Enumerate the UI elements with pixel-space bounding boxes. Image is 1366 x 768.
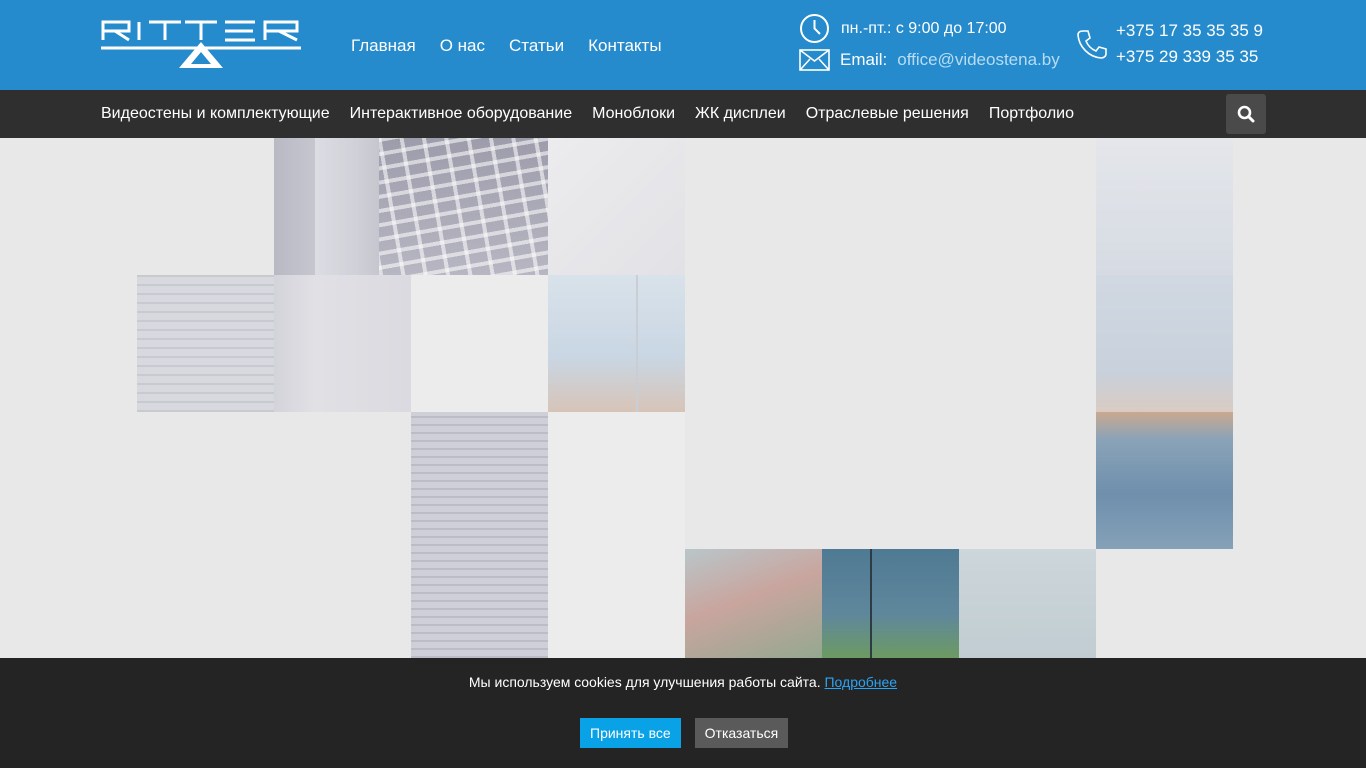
cat-video-walls[interactable]: Видеостены и комплектующие	[101, 105, 330, 123]
cat-industry-solutions[interactable]: Отраслевые решения	[806, 105, 969, 123]
logo[interactable]	[101, 18, 301, 70]
mosaic-tile	[822, 549, 959, 658]
category-nav: Видеостены и комплектующие Интерактивное…	[101, 105, 1074, 123]
cat-interactive[interactable]: Интерактивное оборудование	[350, 105, 572, 123]
cat-portfolio[interactable]: Портфолио	[989, 105, 1074, 123]
mosaic-tile	[959, 549, 1096, 658]
work-hours: пн.-пт.: с 9:00 до 17:00	[799, 13, 1007, 44]
mosaic-tile	[411, 275, 548, 412]
cat-lcd-displays[interactable]: ЖК дисплеи	[695, 105, 786, 123]
hero-mosaic	[0, 138, 1366, 658]
mosaic-tile	[274, 275, 411, 412]
contact-email: Email: office@videostena.by	[799, 49, 1060, 71]
mosaic-tile	[1096, 275, 1233, 412]
cat-monoblocks[interactable]: Моноблоки	[592, 105, 675, 123]
email-label: Email:	[840, 50, 888, 69]
category-nav-bar: Видеостены и комплектующие Интерактивное…	[0, 90, 1366, 138]
nav-contacts[interactable]: Контакты	[588, 36, 661, 56]
mosaic-tile	[411, 412, 548, 658]
cookie-banner: Мы используем cookies для улучшения рабо…	[0, 658, 1366, 768]
cookie-text: Мы используем cookies для улучшения рабо…	[468, 674, 821, 690]
logo-icon	[101, 20, 301, 68]
cookie-actions: Принять все Отказаться	[580, 718, 789, 748]
mosaic-tile	[1096, 138, 1233, 275]
nav-home[interactable]: Главная	[351, 36, 416, 56]
mosaic-tile	[379, 138, 548, 275]
phone-1[interactable]: +375 17 35 35 35 9	[1116, 20, 1263, 42]
search-button[interactable]	[1226, 94, 1266, 134]
cookie-message: Мы используем cookies для улучшения рабо…	[0, 674, 1366, 690]
mosaic-tile	[1096, 412, 1233, 549]
reject-button[interactable]: Отказаться	[694, 718, 789, 748]
mosaic-tile	[548, 412, 685, 658]
clock-icon	[800, 14, 829, 43]
nav-articles[interactable]: Статьи	[509, 36, 564, 56]
main-nav: Главная О нас Статьи Контакты	[351, 36, 662, 56]
phone-2[interactable]: +375 29 339 35 35	[1116, 46, 1263, 68]
phone-icon	[1077, 30, 1107, 59]
top-header: Главная О нас Статьи Контакты пн.-пт.: с…	[0, 0, 1366, 90]
mosaic-tile	[548, 275, 685, 412]
mosaic-tile	[137, 275, 274, 412]
accept-all-button[interactable]: Принять все	[580, 718, 681, 748]
email-link[interactable]: office@videostena.by	[897, 50, 1060, 70]
cookie-more-link[interactable]: Подробнее	[824, 674, 897, 690]
mosaic-tile	[685, 549, 822, 658]
hours-text: пн.-пт.: с 9:00 до 17:00	[841, 19, 1007, 37]
mosaic-tile	[548, 138, 685, 275]
envelope-icon	[799, 49, 830, 71]
nav-about[interactable]: О нас	[440, 36, 485, 56]
search-icon	[1237, 105, 1255, 123]
phones: +375 17 35 35 35 9 +375 29 339 35 35	[1076, 20, 1263, 68]
